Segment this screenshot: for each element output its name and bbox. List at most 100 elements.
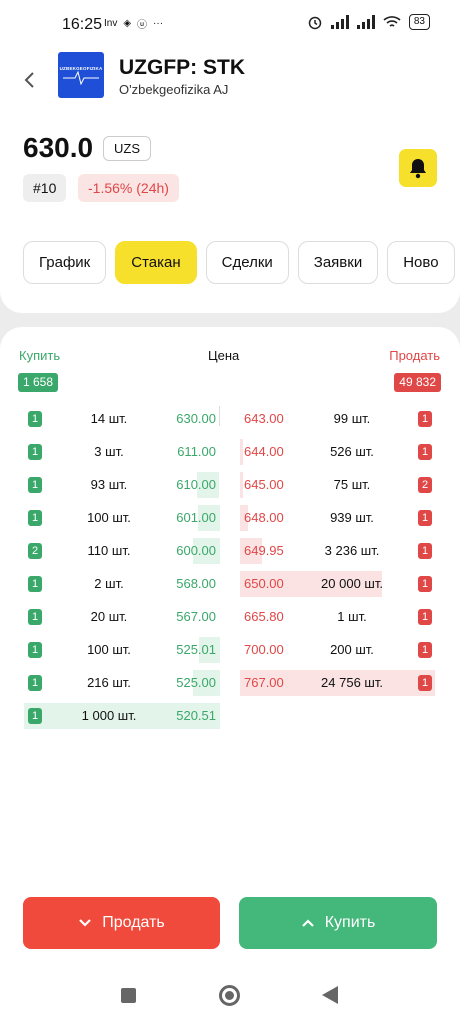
total-sell-badge: 49 832 — [394, 373, 441, 392]
ask-count-badge: 1 — [418, 543, 432, 559]
bid-quantity: 93 шт. — [90, 477, 128, 492]
orderbook-row[interactable]: 1 14 шт. 630.00 643.00 99 шт. 1 — [0, 406, 460, 432]
bid-count-badge: 1 — [28, 510, 42, 526]
company-logo: UZBEKGEOFIZIKA — [58, 52, 104, 98]
sell-button[interactable]: Продать — [23, 897, 220, 949]
tab-orderbook[interactable]: Стакан — [115, 241, 197, 284]
tab-orders[interactable]: Заявки — [297, 241, 379, 284]
ask-count-badge: 1 — [418, 411, 432, 427]
orderbook-row[interactable]: 1 2 шт. 568.00 650.00 20 000 шт. 1 — [0, 571, 460, 597]
buy-button-label: Купить — [324, 914, 376, 931]
bid-quantity: 3 шт. — [94, 444, 124, 459]
bid-count-badge: 1 — [28, 609, 42, 625]
bid-price: 567.00 — [176, 609, 216, 624]
notification-icon-inv: Inv — [104, 18, 118, 29]
status-system-icons: 83 — [307, 14, 430, 30]
ask-quantity: 3 236 шт. — [324, 543, 380, 558]
orderbook-row[interactable]: 1 3 шт. 611.00 644.00 526 шт. 1 — [0, 439, 460, 465]
chevron-up-icon — [301, 919, 314, 927]
tab-bar: График Стакан Сделки Заявки Ново — [23, 241, 455, 284]
orderbook-row[interactable]: 1 1 000 шт. 520.51 — [0, 703, 460, 729]
bid-quantity: 216 шт. — [87, 675, 131, 690]
bid-quantity: 100 шт. — [87, 510, 131, 525]
wifi-icon — [383, 16, 401, 27]
ask-count-badge: 1 — [418, 444, 432, 460]
bid-count-badge: 1 — [28, 444, 42, 460]
status-time: 16:25 — [62, 16, 103, 33]
alert-button[interactable] — [399, 149, 437, 187]
ask-price: 643.00 — [244, 411, 284, 426]
bid-price: 525.01 — [176, 642, 216, 657]
bid-quantity: 110 шт. — [87, 543, 131, 558]
total-buy-badge: 1 658 — [18, 373, 59, 392]
last-price: 630.0 — [23, 132, 94, 163]
currency-badge: UZS — [103, 136, 151, 161]
bid-quantity: 20 шт. — [90, 609, 128, 624]
company-name: O'zbekgeofizika AJ — [119, 82, 229, 97]
recents-icon[interactable] — [121, 988, 136, 1003]
ask-price: 648.00 — [244, 510, 284, 525]
bid-price: 600.00 — [176, 543, 216, 558]
bid-price: 601.00 — [176, 510, 216, 525]
ask-count-badge: 1 — [418, 675, 432, 691]
back-icon[interactable] — [322, 986, 338, 1004]
ask-price: 645.00 — [244, 477, 284, 492]
bid-quantity: 14 шт. — [90, 411, 128, 426]
orderbook-row[interactable]: 2 110 шт. 600.00 649.95 3 236 шт. 1 — [0, 538, 460, 564]
bid-quantity: 1 000 шт. — [81, 708, 137, 723]
bid-count-badge: 1 — [28, 675, 42, 691]
ask-count-badge: 1 — [418, 642, 432, 658]
ask-count-badge: 1 — [418, 576, 432, 592]
ask-quantity: 20 000 шт. — [321, 576, 383, 591]
orderbook-row[interactable]: 1 20 шт. 567.00 665.80 1 шт. 1 — [0, 604, 460, 630]
change-badge: -1.56% (24h) — [78, 174, 179, 202]
orderbook-row[interactable]: 1 93 шт. 610.00 645.00 75 шт. 2 — [0, 472, 460, 498]
rank-badge: #10 — [23, 174, 67, 202]
signal-icon-2 — [356, 15, 375, 29]
ask-price: 650.00 — [244, 576, 284, 591]
status-notification-icons: Inv ◈ ⓤ ··· — [104, 16, 163, 31]
ask-quantity: 24 756 шт. — [321, 675, 383, 690]
ask-count-badge: 1 — [418, 510, 432, 526]
bid-count-badge: 1 — [28, 642, 42, 658]
sell-button-label: Продать — [102, 914, 165, 931]
ask-price: 644.00 — [244, 444, 284, 459]
orderbook-row[interactable]: 1 100 шт. 525.01 700.00 200 шт. 1 — [0, 637, 460, 663]
ask-quantity: 75 шт. — [333, 477, 371, 492]
back-arrow-icon[interactable] — [20, 70, 40, 90]
tab-chart[interactable]: График — [23, 241, 107, 284]
home-icon[interactable] — [219, 985, 240, 1006]
tab-new[interactable]: Ново — [387, 241, 455, 284]
bid-quantity: 100 шт. — [87, 642, 131, 657]
orderbook-row[interactable]: 1 216 шт. 525.00 767.00 24 756 шт. 1 — [0, 670, 460, 696]
bid-count-badge: 1 — [28, 477, 42, 493]
bid-price: 568.00 — [176, 576, 216, 591]
tab-trades[interactable]: Сделки — [205, 241, 289, 284]
ask-quantity: 1 шт. — [337, 609, 367, 624]
ask-count-badge: 2 — [418, 477, 432, 493]
ask-quantity: 526 шт. — [330, 444, 374, 459]
ask-price: 649.95 — [244, 543, 284, 558]
bid-price: 630.00 — [176, 411, 216, 426]
sell-column-header: Продать — [389, 348, 440, 363]
bid-count-badge: 2 — [28, 543, 42, 559]
ticker-title: UZGFP: STK — [119, 56, 245, 79]
bid-quantity: 2 шт. — [94, 576, 124, 591]
orderbook-row[interactable]: 1 100 шт. 601.00 648.00 939 шт. 1 — [0, 505, 460, 531]
ask-quantity: 200 шт. — [330, 642, 374, 657]
spread-divider — [219, 406, 220, 426]
instrument-header: UZBEKGEOFIZIKA UZGFP: STK O'zbekgeofizik… — [0, 48, 460, 313]
more-notifications-icon: ··· — [153, 18, 164, 29]
notification-icon-u: ⓤ — [137, 20, 148, 31]
ask-depth-bar — [240, 472, 243, 498]
signal-icon — [330, 15, 349, 29]
buy-button[interactable]: Купить — [239, 897, 437, 949]
status-bar: 16:25 Inv ◈ ⓤ ··· 83 — [0, 0, 460, 48]
bell-icon — [410, 159, 426, 179]
logo-wave-icon — [63, 70, 99, 85]
buy-column-header: Купить — [19, 348, 61, 363]
ask-price: 665.80 — [244, 609, 284, 624]
bid-count-badge: 1 — [28, 576, 42, 592]
bid-price: 611.00 — [177, 444, 216, 459]
system-nav-bar — [0, 968, 460, 1024]
